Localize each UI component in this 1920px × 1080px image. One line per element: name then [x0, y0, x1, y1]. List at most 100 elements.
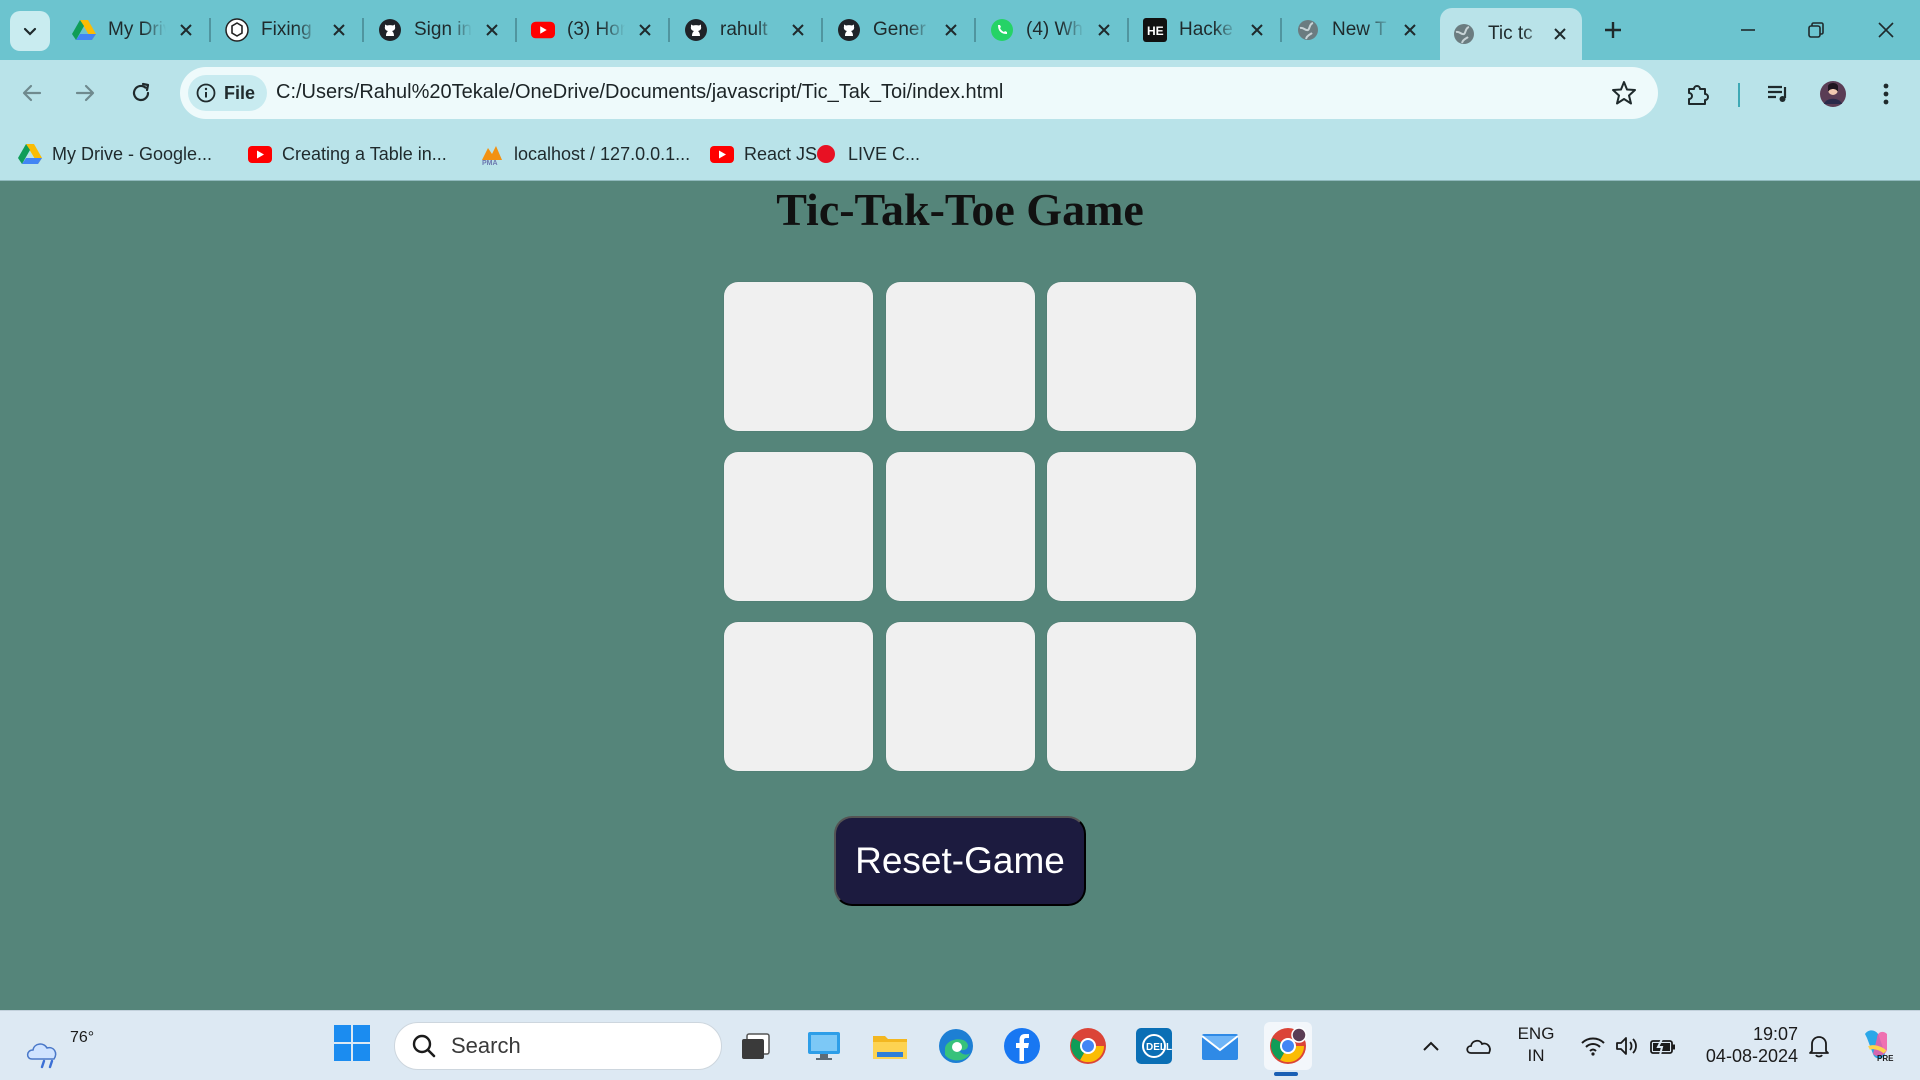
edge-icon	[939, 1029, 973, 1063]
bookmark-my-drive[interactable]: My Drive - Google...	[18, 139, 212, 169]
reset-game-button[interactable]: Reset-Game	[834, 816, 1086, 906]
board-cell-4[interactable]	[724, 452, 873, 601]
tab-youtube-home[interactable]: (3) Home	[519, 10, 667, 50]
tab-strip: My Drive - Google Drive Fixing Sign in (…	[0, 0, 1920, 60]
tab-sign-in[interactable]: Sign in	[366, 10, 514, 50]
close-icon[interactable]	[1398, 18, 1422, 42]
profile-avatar[interactable]	[1813, 74, 1853, 114]
system-clock[interactable]: 19:07 04-08-2024	[1694, 1023, 1798, 1067]
close-window-button[interactable]	[1866, 10, 1906, 50]
speaker-icon	[1616, 1037, 1637, 1055]
back-button[interactable]	[12, 73, 52, 113]
onedrive-tray[interactable]	[1464, 1031, 1494, 1061]
close-icon[interactable]	[1548, 22, 1572, 46]
close-icon[interactable]	[327, 18, 351, 42]
tab-hackerearth[interactable]: HE Hacke	[1131, 10, 1279, 50]
copilot-button[interactable]: PRE	[1856, 1025, 1896, 1065]
reload-button[interactable]	[121, 73, 161, 113]
tab-new-tab[interactable]: New T	[1284, 10, 1432, 50]
active-app-indicator	[1274, 1072, 1298, 1076]
minimize-button[interactable]	[1728, 10, 1768, 50]
clock-time: 19:07	[1752, 1024, 1798, 1044]
taskbar-app-dell[interactable]: DELL	[1132, 1024, 1176, 1068]
github-icon	[684, 18, 708, 42]
close-icon[interactable]	[939, 18, 963, 42]
close-icon[interactable]	[174, 18, 198, 42]
tab-search-button[interactable]	[10, 11, 50, 51]
wifi-tray[interactable]	[1578, 1031, 1608, 1061]
monitor-icon	[808, 1032, 840, 1060]
page-title: Tic-Tak-Toe Game	[776, 184, 1144, 235]
taskbar-app-file-explorer[interactable]	[868, 1024, 912, 1068]
taskbar-app-chrome[interactable]	[1066, 1024, 1110, 1068]
board-cell-3[interactable]	[1047, 282, 1196, 431]
bookmark-label: Creating a Table in...	[282, 143, 447, 164]
playlist-icon	[1768, 85, 1787, 102]
taskbar-app-mail[interactable]	[1198, 1024, 1242, 1068]
board-cell-7[interactable]	[724, 622, 873, 771]
close-icon[interactable]	[1245, 18, 1269, 42]
browser-menu-button[interactable]	[1866, 74, 1906, 114]
bookmark-react-js[interactable]: React JS	[710, 139, 817, 169]
media-control-button[interactable]	[1758, 74, 1798, 114]
chrome-icon	[1270, 1027, 1307, 1064]
taskbar-app-chrome-profile[interactable]	[1264, 1022, 1312, 1070]
bookmark-star-icon[interactable]	[1610, 79, 1638, 107]
taskbar-app-desktop[interactable]	[802, 1024, 846, 1068]
board-cell-6[interactable]	[1047, 452, 1196, 601]
taskbar-app-facebook[interactable]	[1000, 1024, 1044, 1068]
extensions-button[interactable]	[1678, 74, 1718, 114]
board-cell-8[interactable]	[886, 622, 1035, 771]
notifications-button[interactable]	[1804, 1031, 1834, 1061]
task-view-icon	[742, 1033, 770, 1059]
forward-button[interactable]	[65, 73, 105, 113]
board-cell-9[interactable]	[1047, 622, 1196, 771]
bookmark-label: React JS	[744, 143, 818, 164]
show-hidden-icons-button[interactable]	[1416, 1031, 1446, 1061]
task-view-button[interactable]	[734, 1024, 778, 1068]
tab-whatsapp[interactable]: (4) Wh	[978, 10, 1126, 50]
restore-button[interactable]	[1796, 10, 1836, 50]
language-indicator[interactable]: ENG IN	[1516, 1023, 1556, 1067]
tab-my-drive[interactable]: My Drive - Google Drive	[60, 10, 208, 50]
wifi-icon	[1581, 1037, 1605, 1056]
tab-tic-tac-toe-active[interactable]: Tic tc	[1440, 8, 1582, 60]
site-info-label: File	[224, 82, 256, 103]
weather-widget[interactable]: 76°	[24, 1021, 94, 1069]
url-text[interactable]: C:/Users/Rahul%20Tekale/OneDrive/Documen…	[276, 81, 1003, 104]
hackerearth-icon: HE	[1143, 18, 1167, 42]
close-icon[interactable]	[633, 18, 657, 42]
close-icon[interactable]	[786, 18, 810, 42]
dell-icon: DELL	[1136, 1028, 1172, 1064]
tab-fixing[interactable]: Fixing	[213, 10, 361, 50]
chatgpt-icon	[225, 18, 249, 42]
weather-cloud-icon	[26, 1043, 57, 1069]
address-bar[interactable]: File C:/Users/Rahul%20Tekale/OneDrive/Do…	[180, 67, 1658, 119]
bookmark-label: LIVE C...	[848, 143, 921, 164]
close-icon[interactable]	[1092, 18, 1116, 42]
windows-logo-icon	[334, 1025, 370, 1061]
battery-tray[interactable]	[1648, 1031, 1678, 1061]
board-cell-1[interactable]	[724, 282, 873, 431]
taskbar-app-edge[interactable]	[934, 1024, 978, 1068]
tab-gener[interactable]: Gener	[825, 10, 973, 50]
github-icon	[837, 18, 861, 42]
close-icon[interactable]	[480, 18, 504, 42]
bookmark-creating-table[interactable]: Creating a Table in...	[248, 139, 447, 169]
site-info-chip[interactable]: File	[188, 75, 268, 111]
new-tab-button[interactable]	[1596, 13, 1630, 47]
tab-separator	[1127, 18, 1129, 42]
board-cell-5[interactable]	[886, 452, 1035, 601]
info-icon	[196, 83, 216, 103]
arrow-right-icon	[75, 84, 95, 102]
more-vertical-icon	[1883, 83, 1889, 105]
volume-tray[interactable]	[1612, 1031, 1642, 1061]
puzzle-icon	[1688, 85, 1709, 105]
tab-rahult[interactable]: rahult	[672, 10, 820, 50]
bookmark-live[interactable]: LIVE C...	[814, 139, 920, 169]
taskbar-search[interactable]: Search	[394, 1022, 722, 1070]
bookmark-localhost[interactable]: PMA localhost / 127.0.0.1...	[480, 139, 690, 169]
facebook-icon	[1004, 1028, 1040, 1064]
board-cell-2[interactable]	[886, 282, 1035, 431]
start-button[interactable]	[334, 1025, 374, 1065]
